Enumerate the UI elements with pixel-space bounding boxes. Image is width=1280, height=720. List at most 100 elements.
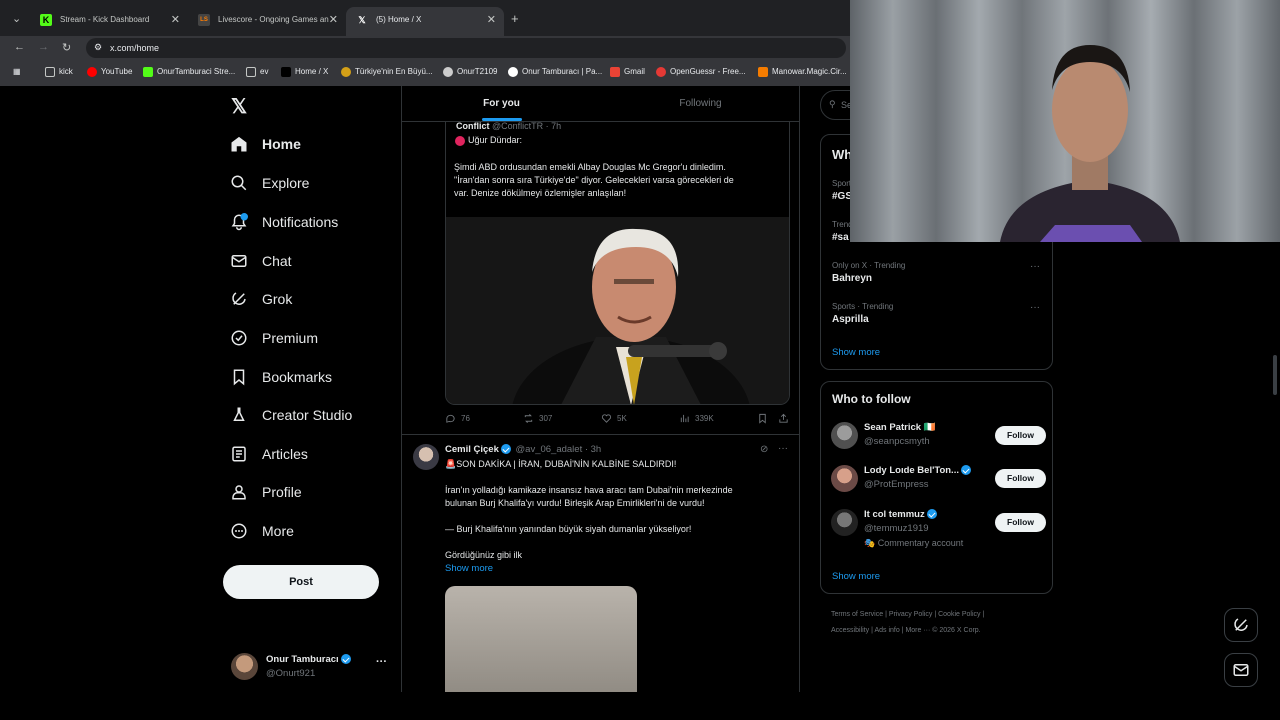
bookmark-item[interactable]: OpenGuessr - Free...	[656, 67, 746, 77]
grok-float-button[interactable]	[1224, 608, 1258, 642]
tweet-photo[interactable]	[446, 217, 789, 404]
site-icon	[758, 67, 768, 77]
tweet-media[interactable]	[445, 586, 637, 692]
bookmark-item[interactable]: Türkiye'nin En Büyü...	[341, 67, 433, 77]
feed-tabs: For you Following	[402, 86, 799, 122]
who-to-follow-panel: Who to follow Sean Patrick 🇮🇪 @seanpcsmy…	[820, 381, 1053, 594]
who-to-follow-show-more[interactable]: Show more	[832, 571, 880, 582]
nav-profile[interactable]: Profile	[230, 477, 302, 507]
show-more-link[interactable]: Show more	[445, 563, 493, 574]
bookmark-item[interactable]: OnurT2109	[443, 67, 497, 77]
trend-item[interactable]: Sports · Trending Asprilla	[832, 302, 893, 325]
tab-list-icon[interactable]: ⌄	[12, 12, 21, 25]
page-scrollbar[interactable]	[1273, 355, 1277, 395]
gmail-icon	[610, 67, 620, 77]
bookmark-item[interactable]: Gmail	[610, 67, 645, 77]
grok-icon	[1234, 618, 1248, 631]
views-button[interactable]: 339K	[679, 413, 714, 424]
nav-home[interactable]: Home	[230, 129, 301, 159]
footer-links[interactable]: Terms of Service | Privacy Policy | Cook…	[831, 607, 1051, 639]
avatar[interactable]	[831, 422, 858, 449]
tweet[interactable]: Cemil Çiçek @av_06_adalet · 3h ⊘ ··· 🚨SO…	[402, 434, 799, 692]
tab-following[interactable]: Following	[601, 98, 799, 109]
bookmark-item[interactable]: kick	[45, 67, 73, 77]
url-text: x.com/home	[110, 43, 160, 53]
suggestion-name: It col temmuz	[864, 509, 937, 520]
forward-icon[interactable]: →	[38, 41, 49, 53]
repost-button[interactable]: 307	[523, 413, 552, 424]
folder-icon	[45, 67, 55, 77]
account-handle: @Onurt921	[266, 668, 316, 679]
trends-show-more[interactable]: Show more	[832, 347, 880, 358]
repost-count: 307	[539, 414, 553, 423]
trend-more-icon[interactable]: ···	[1030, 302, 1040, 313]
avatar[interactable]	[413, 444, 439, 470]
bookmark-item[interactable]: YouTube	[87, 67, 132, 77]
site-icon	[656, 67, 666, 77]
x-logo-icon[interactable]: 𝕏	[231, 94, 247, 119]
messages-float-button[interactable]	[1224, 653, 1258, 687]
account-switcher[interactable]: Onur Tamburacı @Onurt921 ···	[230, 650, 400, 684]
bookmark-item[interactable]: ev	[246, 67, 268, 77]
address-bar[interactable]: ⚙ x.com/home	[86, 38, 846, 58]
close-tab-icon[interactable]: ✕	[171, 13, 180, 26]
bookmark-item[interactable]: OnurTamburaci Stre...	[143, 67, 235, 77]
trend-item[interactable]: Sport #GS	[832, 179, 852, 202]
reload-icon[interactable]: ↻	[62, 41, 71, 54]
avatar[interactable]	[831, 465, 858, 492]
follow-suggestion[interactable]: Sean Patrick 🇮🇪 @seanpcsmyth Follow	[831, 422, 1046, 458]
nav-chat[interactable]: Chat	[230, 246, 292, 276]
trend-more-icon[interactable]: ···	[1030, 261, 1040, 272]
quoted-tweet[interactable]: Conflict @ConflictTR · 7h Uğur Dündar: Ş…	[445, 122, 790, 405]
follow-button[interactable]: Follow	[995, 513, 1046, 532]
nav-creator-studio[interactable]: Creator Studio	[230, 400, 352, 430]
share-button[interactable]	[778, 413, 794, 424]
apps-icon[interactable]: ▦	[13, 67, 21, 76]
nav-notifications-label: Notifications	[262, 214, 339, 230]
grok-icon	[232, 292, 246, 305]
browser-tab[interactable]: K Stream - Kick Dashboard ✕	[30, 7, 188, 36]
tab-for-you[interactable]: For you	[402, 98, 601, 121]
nav-articles[interactable]: Articles	[230, 439, 308, 469]
verified-badge-icon	[926, 509, 937, 520]
bookmark-item[interactable]: Onur Tamburacı | Pa...	[508, 67, 602, 77]
tweet-more-icon[interactable]: ···	[778, 443, 788, 454]
close-tab-icon[interactable]: ✕	[487, 13, 496, 26]
nav-grok[interactable]: Grok	[230, 284, 292, 314]
tab-bar: ⌄ K Stream - Kick Dashboard ✕ LS Livesco…	[0, 0, 850, 36]
nav-articles-label: Articles	[262, 446, 308, 462]
grok-icon[interactable]: ⊘	[760, 444, 768, 455]
more-circle-icon	[231, 523, 247, 539]
bookmark-button[interactable]	[757, 413, 773, 424]
nav-premium[interactable]: Premium	[230, 323, 318, 353]
views-icon	[680, 414, 689, 423]
nav-explore[interactable]: Explore	[230, 168, 309, 198]
follow-button[interactable]: Follow	[995, 469, 1046, 488]
nav-bookmarks[interactable]: Bookmarks	[230, 362, 332, 392]
nav-more[interactable]: More	[230, 516, 294, 546]
post-button[interactable]: Post	[223, 565, 379, 599]
account-more-icon[interactable]: ···	[376, 656, 387, 668]
tweet-author[interactable]: Cemil Çiçek	[445, 444, 499, 455]
bookmark-item[interactable]: Home / X	[281, 67, 328, 77]
reply-button[interactable]: 76	[445, 413, 470, 424]
new-tab-icon[interactable]: +	[511, 11, 519, 26]
suggestion-handle: @temmuz1919	[864, 523, 929, 534]
avatar[interactable]	[831, 509, 858, 536]
browser-chrome: ⌄ K Stream - Kick Dashboard ✕ LS Livesco…	[0, 0, 850, 86]
back-icon[interactable]: ←	[14, 41, 25, 53]
trend-item[interactable]: Only on X · Trending Bahreyn	[832, 261, 905, 284]
follow-suggestion[interactable]: Lody Loιde Bel'Ton... @ProtEmpress Follo…	[831, 465, 1046, 501]
browser-tab-active[interactable]: 𝕏 (5) Home / X ✕	[346, 7, 504, 36]
suggestion-handle: @seanpcsmyth	[864, 436, 930, 447]
nav-notifications[interactable]: Notifications	[230, 207, 338, 237]
article-icon	[232, 446, 246, 462]
like-button[interactable]: 5K	[601, 413, 627, 424]
site-info-icon[interactable]: ⚙	[94, 42, 102, 53]
browser-tab[interactable]: LS Livescore - Ongoing Games an ✕	[188, 7, 346, 36]
close-tab-icon[interactable]: ✕	[329, 13, 338, 26]
search-icon	[231, 175, 247, 191]
bookmark-item[interactable]: Manowar.Magic.Cir...	[758, 67, 847, 77]
follow-button[interactable]: Follow	[995, 426, 1046, 445]
follow-suggestion[interactable]: It col temmuz @temmuz1919 🎭 Commentary a…	[831, 509, 1046, 553]
